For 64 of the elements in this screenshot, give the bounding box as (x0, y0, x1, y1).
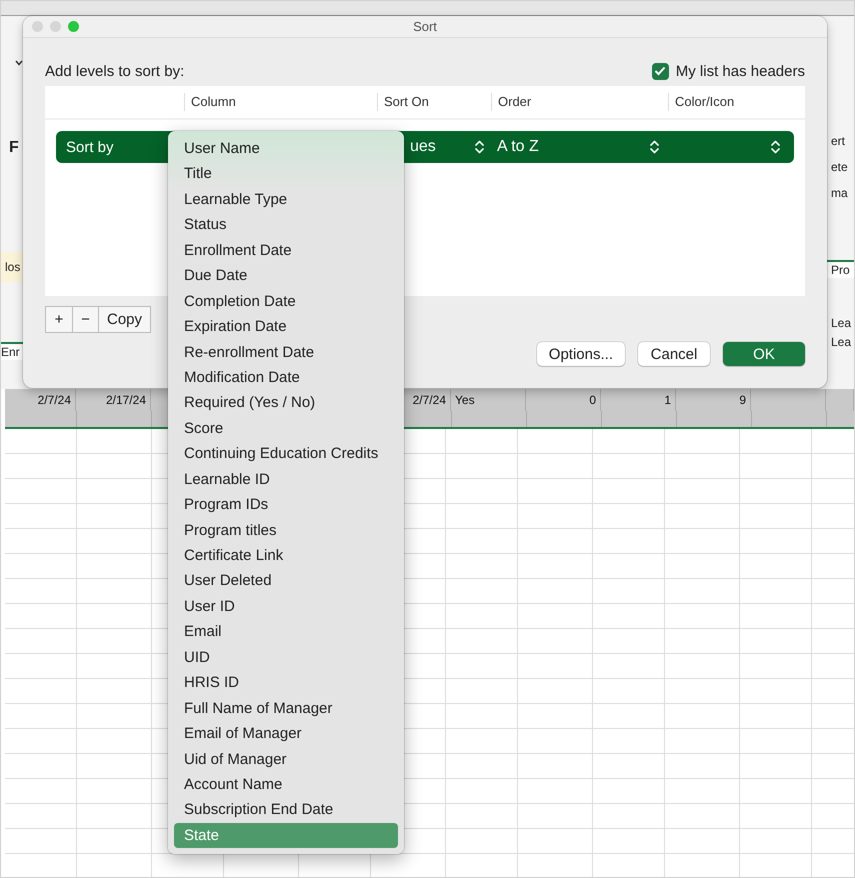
menu-item[interactable]: Continuing Education Credits (174, 441, 398, 467)
menu-item[interactable]: Due Date (174, 263, 398, 289)
dialog-button[interactable]: Options... (536, 342, 625, 366)
cell-text: Lea (830, 334, 852, 350)
menu-item[interactable]: Learnable Type (174, 186, 398, 212)
column-header: Sort On (377, 93, 491, 111)
window-title: Sort (413, 19, 437, 34)
menu-item[interactable]: Email (174, 619, 398, 645)
minimize-button[interactable] (50, 21, 61, 32)
menu-item[interactable]: Re-enrollment Date (174, 340, 398, 365)
cell-text: Pro (827, 260, 854, 278)
cell-text: Enr (1, 342, 23, 360)
column-header: Column (184, 93, 377, 111)
column-header: Color/Icon (668, 93, 805, 111)
table-cell-text: 2/7/24 (412, 392, 446, 409)
table-cell-text: 9 (739, 392, 746, 409)
column-header: Order (491, 93, 668, 111)
cell-text: F (8, 140, 20, 156)
menu-item[interactable]: Enrollment Date (174, 238, 398, 264)
close-button[interactable] (32, 21, 43, 32)
checkmark-icon (654, 66, 666, 76)
headers-checkbox[interactable] (652, 62, 669, 80)
menu-item[interactable]: User Name (174, 136, 398, 162)
ok-button[interactable]: OK (723, 342, 805, 366)
menu-item[interactable]: HRIS ID (174, 670, 398, 696)
table-cell-text: 1 (664, 392, 671, 409)
instruction-text: Add levels to sort by: (45, 62, 184, 80)
level-label: Sort by (65, 138, 115, 156)
cell-text: Lea (830, 315, 852, 331)
menu-item[interactable]: Account Name (174, 772, 398, 798)
checkbox-label: My list has headers (676, 62, 805, 80)
table-cell-text: 2/7/24 (38, 392, 71, 409)
menu-item[interactable]: Status (174, 212, 398, 238)
menu-item[interactable]: Modification Date (174, 364, 398, 390)
menu-item[interactable]: User Deleted (174, 568, 398, 594)
menu-item[interactable]: Program titles (174, 518, 398, 543)
order-select[interactable]: A to Z (492, 131, 667, 163)
cell-text: los (1, 252, 23, 282)
up-down-arrows-icon (650, 140, 659, 154)
menu-item[interactable]: Learnable ID (174, 466, 398, 492)
menu-item[interactable]: Uid of Manager (174, 746, 398, 772)
up-down-arrows-icon (475, 140, 484, 154)
table-cell-text: Yes (455, 392, 475, 409)
chevron-icon[interactable] (15, 60, 23, 66)
menu-item[interactable]: Title (174, 161, 398, 187)
zoom-button[interactable] (68, 21, 79, 32)
cell-text: ma (830, 185, 849, 201)
table-cell-text: 2/17/24 (106, 392, 146, 409)
cell-text: ete (830, 159, 849, 175)
menu-item[interactable]: UID (174, 644, 398, 670)
menu-item[interactable]: Expiration Date (174, 314, 398, 340)
dialog-button[interactable]: Cancel (638, 342, 710, 366)
menu-item[interactable]: Completion Date (174, 288, 398, 314)
menu-item[interactable]: Subscription End Date (174, 797, 398, 823)
menu-item[interactable]: Email of Manager (174, 721, 398, 746)
menu-item[interactable]: Required (Yes / No) (174, 390, 398, 416)
menu-item[interactable]: User ID (174, 594, 398, 620)
cell-text: ert (830, 133, 846, 149)
menu-item[interactable]: Score (174, 416, 398, 442)
table-cell-text: 0 (589, 392, 596, 409)
menu-item[interactable]: Certificate Link (174, 543, 398, 568)
menu-item[interactable]: Program IDs (174, 492, 398, 518)
menu-item[interactable]: Full Name of Manager (174, 696, 398, 722)
up-down-arrows-icon (771, 140, 780, 154)
